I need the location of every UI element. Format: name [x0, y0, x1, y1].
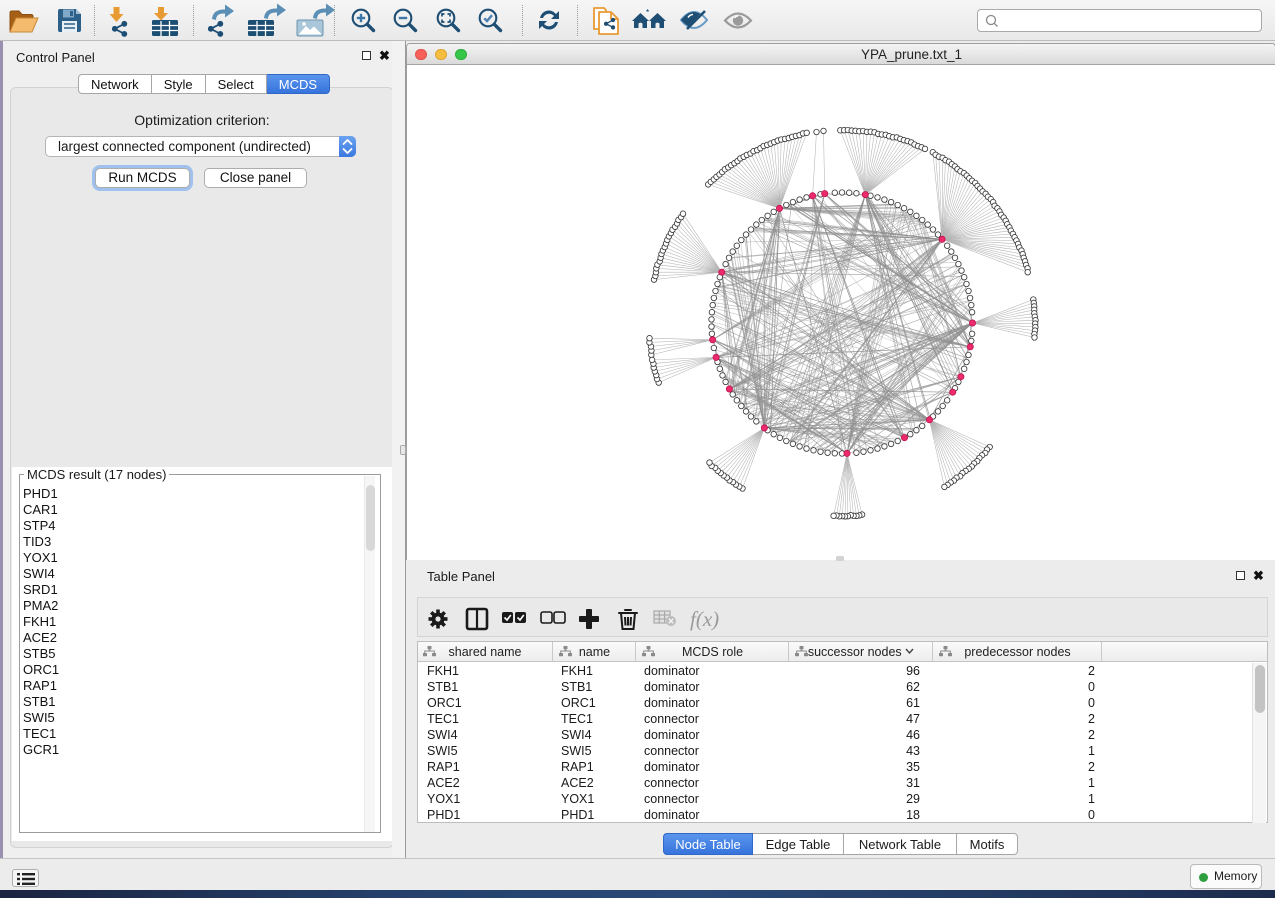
svg-text:f(x): f(x) [690, 607, 719, 631]
